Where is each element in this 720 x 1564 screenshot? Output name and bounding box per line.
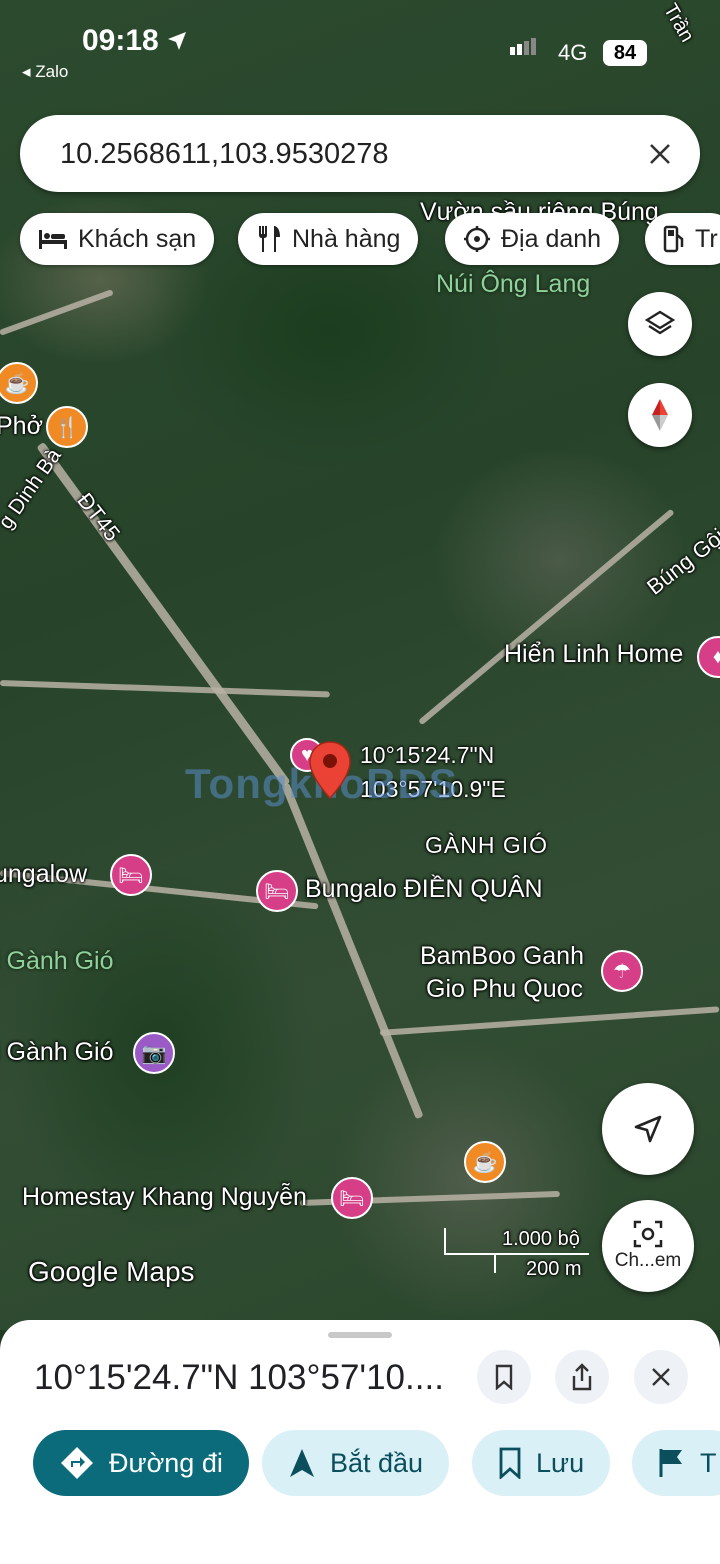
screenshot-search-button[interactable]: Ch...em [602, 1200, 694, 1292]
place-title: 10°15'24.7"N 103°57'10.... [34, 1358, 444, 1397]
label-button-label: T [700, 1447, 717, 1478]
google-maps-logo: Google Maps [28, 1256, 195, 1287]
label-bungalo-dien-quan[interactable]: Bungalo ĐIỀN QUÂN [305, 875, 543, 904]
status-bar: 09:18 ◂ Zalo 4G 84 [0, 0, 720, 100]
chip-landmarks[interactable]: Địa danh [445, 213, 620, 265]
back-to-app-link[interactable]: ◂ Zalo [22, 62, 68, 82]
location-pin-icon[interactable] [308, 740, 352, 800]
compass-icon [652, 399, 668, 431]
scale-metric: 200 m [526, 1258, 582, 1280]
label-button[interactable]: T [632, 1430, 720, 1496]
chip-label: Nhà hàng [292, 224, 401, 253]
start-label: Bắt đầu [330, 1447, 424, 1478]
search-input[interactable] [58, 129, 622, 179]
cafe-icon[interactable]: ☕ [464, 1141, 506, 1183]
my-location-button[interactable] [602, 1083, 694, 1175]
battery-level: 84 [613, 42, 637, 64]
hotel-icon[interactable]: ♦ [697, 636, 720, 678]
bookmark-icon [499, 1447, 521, 1479]
camera-icon[interactable]: 📷 [133, 1032, 175, 1074]
label-hien-linh-home[interactable]: Hiển Linh Home [504, 640, 683, 669]
battery-icon: 84 [603, 40, 647, 66]
label-dt45: ĐT45 [72, 488, 126, 546]
close-icon[interactable] [648, 142, 672, 166]
road-main-south [281, 782, 424, 1120]
road-northeast [418, 508, 675, 726]
road-east [379, 1006, 720, 1036]
screenshot-label: Ch...em [614, 1250, 682, 1271]
hotel-icon[interactable]: 🛏 [331, 1177, 373, 1219]
chip-gas-stations[interactable]: Tr [645, 213, 720, 265]
compass-button[interactable] [628, 383, 692, 447]
status-time: 09:18 [82, 24, 159, 57]
hotel-icon[interactable]: 🛏 [256, 870, 298, 912]
chip-label: Tr [695, 224, 718, 253]
camera-search-icon [633, 1220, 663, 1248]
beach-icon[interactable]: ☂ [601, 950, 643, 992]
landmark-icon [464, 226, 490, 252]
label-bamboo-line1[interactable]: BamBoo Ganh [420, 942, 584, 971]
label-ganh-gio-green[interactable]: i Gành Gió [0, 947, 114, 976]
start-button[interactable]: Bắt đầu [262, 1430, 450, 1496]
gas-station-icon [663, 225, 684, 253]
share-button[interactable] [555, 1350, 609, 1404]
place-sheet[interactable]: 10°15'24.7"N 103°57'10.... Đường đi Bắt … [0, 1320, 720, 1564]
save-round-button[interactable] [477, 1350, 531, 1404]
label-nui-ong-lang[interactable]: Núi Ông Lang [436, 270, 590, 299]
chip-label: Địa danh [501, 224, 602, 253]
directions-label: Đường đi [109, 1447, 223, 1478]
network-type: 4G [558, 40, 588, 65]
label-ganh-gio-photo[interactable]: i Gành Gió [0, 1038, 114, 1067]
chip-hotels[interactable]: Khách sạn [20, 213, 215, 265]
scale-imperial: 1.000 bộ [502, 1228, 580, 1250]
close-sheet-button[interactable] [634, 1350, 688, 1404]
flag-icon [659, 1449, 682, 1477]
fork-knife-icon [259, 226, 280, 252]
search-bar[interactable] [20, 115, 700, 192]
navigation-arrow-icon [634, 1115, 662, 1143]
close-icon [652, 1368, 670, 1386]
road-dt45 [36, 441, 291, 787]
chip-label: Khách sạn [78, 224, 197, 253]
restaurant-icon[interactable]: 🍴 [46, 406, 88, 448]
map-scale: 1.000 bộ 200 m [444, 1228, 589, 1280]
road-west [0, 680, 330, 698]
directions-button[interactable]: Đường đi [33, 1430, 249, 1496]
label-ganh-gio-area: GÀNH GIÓ [425, 832, 549, 858]
bed-icon [39, 230, 67, 249]
label-bungalow[interactable]: ungalow [0, 860, 87, 889]
layers-button[interactable] [628, 292, 692, 356]
directions-icon [61, 1447, 93, 1479]
back-app-label: Zalo [35, 62, 69, 81]
share-icon [572, 1363, 592, 1391]
bookmark-icon [495, 1364, 513, 1390]
signal-icon [510, 38, 536, 60]
chip-restaurants[interactable]: Nhà hàng [238, 213, 419, 265]
label-dinh-ba: g Dinh Bà [0, 444, 66, 534]
save-label: Lưu [536, 1447, 585, 1478]
save-button[interactable]: Lưu [472, 1430, 611, 1496]
drag-handle[interactable] [328, 1332, 392, 1338]
label-homestay[interactable]: Homestay Khang Nguyễn [22, 1183, 307, 1212]
location-arrow-icon [168, 32, 186, 50]
cafe-icon[interactable]: ☕ [0, 362, 38, 404]
hotel-icon[interactable]: 🛏 [110, 854, 152, 896]
layers-icon [645, 310, 675, 335]
label-bung-goi: Búng Gội [642, 523, 720, 600]
label-pho[interactable]: Phở [0, 412, 43, 441]
navigation-arrow-icon [290, 1449, 314, 1477]
road-northwest [0, 289, 114, 336]
label-bamboo-line2[interactable]: Gio Phu Quoc [426, 975, 583, 1004]
